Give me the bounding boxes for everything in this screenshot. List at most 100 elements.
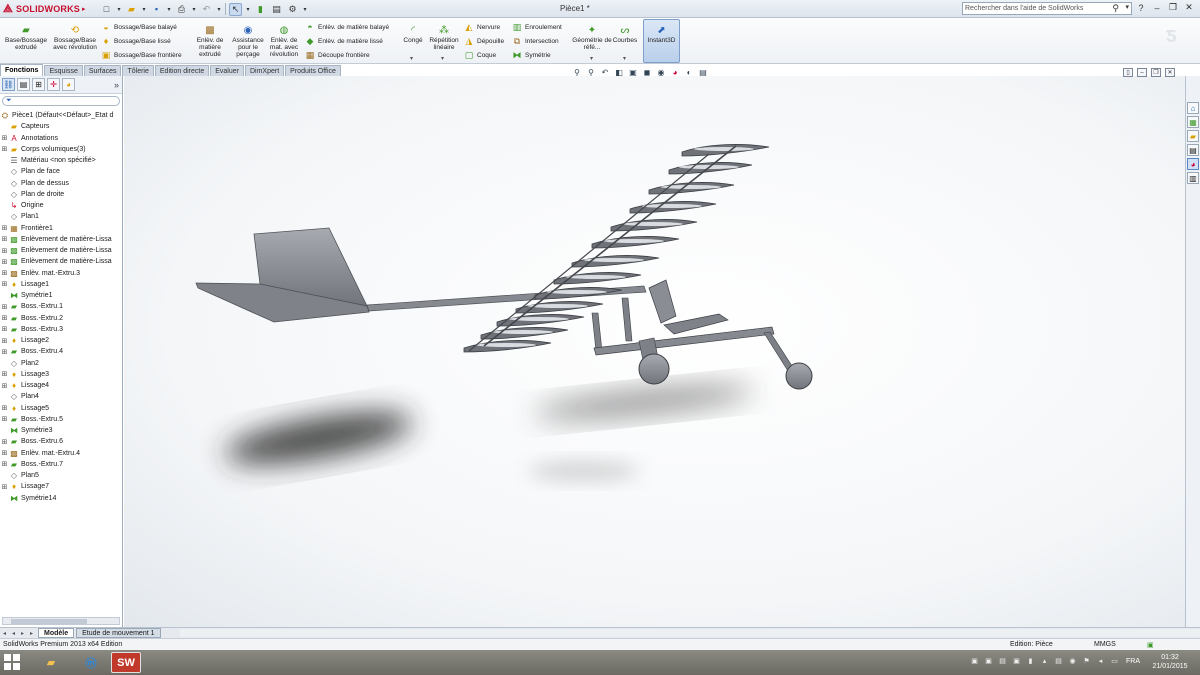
lofted-boss-button[interactable]: ♦ Bossage/Base lissé [101, 35, 171, 47]
tray-app-icon[interactable]: ◉ [1068, 656, 1077, 665]
unit-system[interactable]: MMGS [1094, 641, 1116, 648]
feature-tree-item[interactable]: ⊞ ♦ Lissage5 [0, 403, 122, 414]
lofted-cut-button[interactable]: ◆ Enlèv. de matière lissé [305, 35, 383, 47]
expand-plus-icon[interactable]: ⊞ [0, 382, 9, 390]
undo-icon[interactable]: ↶ [200, 3, 213, 16]
feature-tree-item[interactable]: ↳ Origine [0, 200, 122, 211]
chevron-down-icon[interactable]: ▾ [410, 55, 413, 62]
feature-tree-item[interactable]: ⊞ ▰ Boss.-Extru.3 [0, 324, 122, 335]
first-tab-icon[interactable]: ◂ [0, 629, 9, 637]
draft-button[interactable]: ◮ Dépouille [464, 35, 505, 47]
tray-app-icon[interactable]: ▣ [984, 656, 993, 665]
expand-plus-icon[interactable]: ⊞ [0, 370, 9, 378]
feature-tree-item[interactable]: ◇ Plan de face [0, 166, 122, 177]
restore-icon[interactable]: ❐ [1168, 2, 1178, 13]
file-properties-icon[interactable]: ▤ [270, 3, 283, 16]
chevron-down-icon[interactable]: ▾ [302, 3, 308, 16]
double-chevron-right-icon[interactable]: » [114, 80, 119, 90]
rib-button[interactable]: ◭ Nervure [464, 21, 501, 33]
chevron-down-icon[interactable]: ▾ [216, 3, 222, 16]
feature-tree-item[interactable]: ⊞ ▰ Boss.-Extru.6 [0, 436, 122, 447]
boundary-cut-button[interactable]: ▦ Découpe frontière [305, 49, 370, 61]
feature-tree-item[interactable]: ⧓ Symétrie1 [0, 290, 122, 301]
expand-plus-icon[interactable]: ⊞ [0, 460, 9, 468]
swept-boss-button[interactable]: ◒ Bossage/Base balayé [101, 21, 177, 33]
feature-tree-item[interactable]: ⧓ Symétrie14 [0, 493, 122, 504]
tab-esquisse[interactable]: Esquisse [44, 65, 83, 76]
chevron-down-icon[interactable]: ▾ [166, 3, 172, 16]
view-palette-icon[interactable]: ▤ [1187, 144, 1199, 156]
property-manager-tab-icon[interactable]: ▤ [17, 78, 30, 91]
view-settings-icon[interactable]: ▤ [698, 67, 708, 77]
feature-tree-item[interactable]: ◇ Plan de droite [0, 189, 122, 200]
feature-tree-item[interactable]: ⊞ ▰ Boss.-Extru.7 [0, 459, 122, 470]
battery-icon[interactable]: ▭ [1110, 656, 1119, 665]
solidworks-taskbar-icon[interactable]: SW [111, 652, 141, 673]
expand-plus-icon[interactable]: ⊞ [0, 303, 9, 311]
tray-app-icon[interactable]: ▤ [1054, 656, 1063, 665]
fillet-button[interactable]: ◜ Congé [400, 24, 426, 44]
swept-cut-button[interactable]: ◓ Enlèv. de matière balayé [305, 21, 389, 33]
split-view-icon[interactable]: ▯ [1123, 68, 1133, 77]
feature-tree-item[interactable]: ☰ Matériau <non spécifié> [0, 155, 122, 166]
open-folder-icon[interactable]: ▰ [125, 3, 138, 16]
custom-properties-icon[interactable]: ▥ [1187, 172, 1199, 184]
main-wheel[interactable] [638, 353, 670, 385]
expand-plus-icon[interactable]: ⊞ [0, 269, 9, 277]
file-explorer-taskbar-icon[interactable]: ▰ [36, 652, 66, 673]
graphics-area[interactable] [124, 76, 1185, 627]
chevron-down-icon[interactable]: ▾ [191, 3, 197, 16]
tab-fonctions[interactable]: Fonctions [0, 64, 44, 76]
tab-surfaces[interactable]: Surfaces [83, 65, 122, 76]
feature-tree-tab-icon[interactable]: ⛓ [2, 78, 15, 91]
save-icon[interactable]: ▪ [150, 3, 163, 16]
wrap-button[interactable]: ▥ Enroulement [512, 21, 562, 33]
minimize-icon[interactable]: – [1137, 68, 1147, 77]
volume-icon[interactable]: ◂ [1096, 656, 1105, 665]
expand-plus-icon[interactable]: ⊞ [0, 483, 9, 491]
section-view-icon[interactable]: ◧ [614, 67, 624, 77]
feature-tree-item[interactable]: ⊞ ♦ Lissage2 [0, 335, 122, 346]
search-icon[interactable]: ⚲ [1112, 3, 1119, 14]
close-icon[interactable]: ✕ [1184, 2, 1194, 13]
curves-button[interactable]: ᔕ Courbes [611, 24, 639, 44]
show-hidden-icon[interactable]: ▴ [1040, 656, 1049, 665]
chevron-down-icon[interactable]: ▾ [116, 3, 122, 16]
flag-icon[interactable]: ⚑ [1082, 656, 1091, 665]
previous-tab-icon[interactable]: ◂ [9, 629, 18, 637]
dimxpert-manager-tab-icon[interactable]: ✛ [47, 78, 60, 91]
chevron-down-icon[interactable]: ▾ [1125, 3, 1129, 11]
next-tab-icon[interactable]: ▸ [18, 629, 27, 637]
expand-plus-icon[interactable]: ⊞ [0, 224, 9, 232]
network-icon[interactable]: ▮ [1026, 656, 1035, 665]
input-language[interactable]: FRA [1126, 658, 1140, 665]
tab-dimxpert[interactable]: DimXpert [244, 65, 285, 76]
chevron-down-icon[interactable]: ▾ [441, 55, 444, 62]
hide-show-items-icon[interactable]: ◉ [656, 67, 666, 77]
display-style-icon[interactable]: ◼ [642, 67, 652, 77]
expand-plus-icon[interactable]: ⊞ [0, 449, 9, 457]
chevron-down-icon[interactable]: ▾ [623, 55, 626, 62]
expand-plus-icon[interactable]: ⊞ [0, 235, 9, 243]
new-document-icon[interactable]: □ [100, 3, 113, 16]
print-icon[interactable]: ⎙ [175, 3, 188, 16]
expand-plus-icon[interactable]: ⊞ [0, 415, 9, 423]
tab-produits-office[interactable]: Produits Office [285, 65, 341, 76]
chevron-down-icon[interactable]: ▾ [245, 3, 251, 16]
configuration-manager-tab-icon[interactable]: ⊞ [32, 78, 45, 91]
expand-plus-icon[interactable]: ⊞ [0, 280, 9, 288]
expand-plus-icon[interactable]: ⊞ [0, 325, 9, 333]
feature-tree-filter[interactable]: ⏷ [2, 96, 120, 106]
shell-button[interactable]: ▢ Coque [464, 49, 496, 61]
tab-tolerie[interactable]: Tôlerie [122, 65, 154, 76]
feature-tree-item[interactable]: ⊞ ▩ Enlèv. mat.-Extru.4 [0, 448, 122, 459]
tray-app-icon[interactable]: ▤ [998, 656, 1007, 665]
edit-appearance-icon[interactable]: ◕ [670, 67, 680, 77]
system-clock[interactable]: 01:32 21/01/2015 [1148, 653, 1192, 671]
tab-evaluer[interactable]: Evaluer [210, 65, 244, 76]
intersect-button[interactable]: ⧉ Intersection [512, 35, 559, 47]
options-gear-icon[interactable]: ⚙ [286, 3, 299, 16]
feature-tree-item[interactable]: ▰ Capteurs [0, 121, 122, 132]
last-tab-icon[interactable]: ▸ [27, 629, 36, 637]
model-viewport[interactable] [124, 76, 1185, 627]
